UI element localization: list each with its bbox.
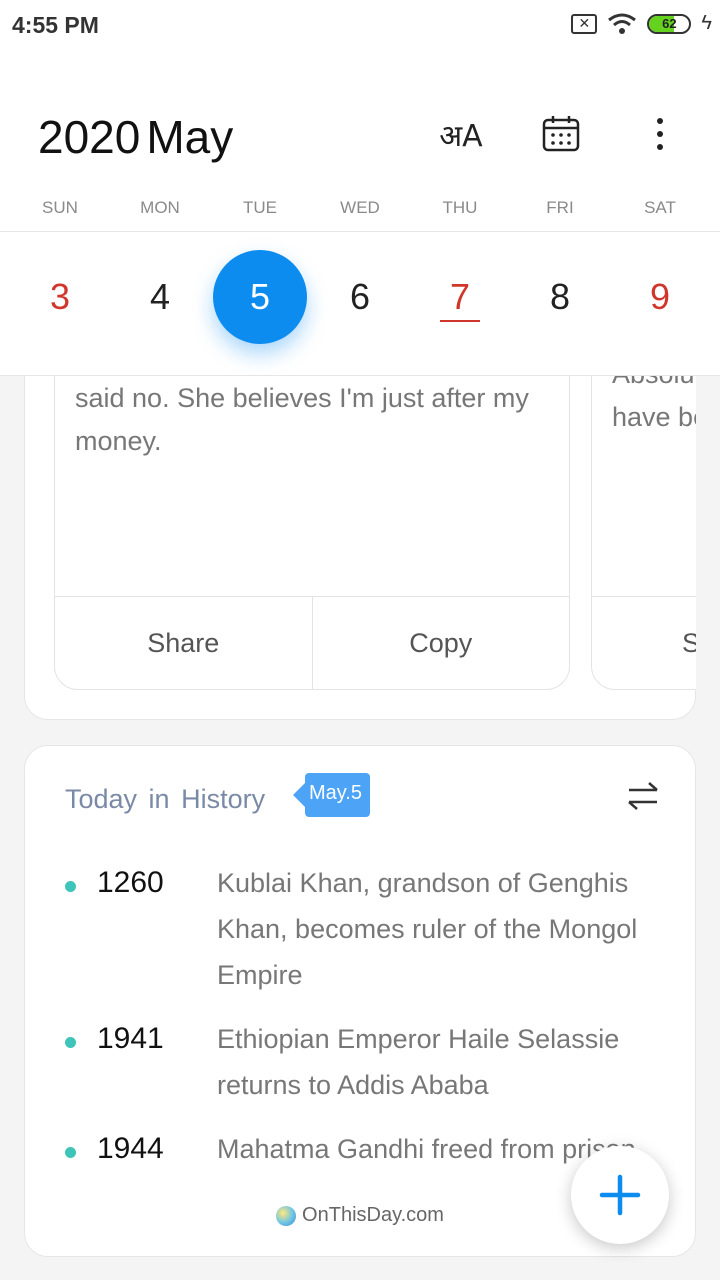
date-cell[interactable]: 4: [113, 250, 207, 344]
share-button[interactable]: S: [592, 597, 696, 689]
status-time: 4:55 PM: [12, 12, 99, 38]
calendar-icon[interactable]: [537, 110, 585, 158]
weekday-label: FRI: [546, 198, 574, 217]
date-strip: 3 4 5 6 7 8 9: [0, 231, 720, 376]
globe-icon: [276, 1205, 297, 1226]
month-label: May: [146, 111, 234, 163]
weekday-label: TUE: [243, 198, 277, 217]
date-cell-selected[interactable]: 5: [213, 250, 307, 344]
swap-icon[interactable]: [623, 776, 663, 816]
joke-text: said no. She believes I'm just after my …: [75, 383, 529, 456]
joke-card: an add - Absolu have be S: [591, 376, 696, 690]
battery-percent: 62: [662, 15, 677, 31]
calendar-header: 2020 May अA SUN MON TUE WED THU FRI SAT: [0, 52, 720, 232]
battery-icon: 62: [647, 13, 692, 34]
event-description: Kublai Khan, grandson of Genghis Khan, b…: [217, 868, 638, 990]
date-cell-today[interactable]: 7: [413, 250, 507, 344]
charging-icon: ϟ: [701, 12, 712, 34]
more-options-icon[interactable]: [636, 110, 684, 158]
add-button[interactable]: [571, 1146, 669, 1244]
date-cell[interactable]: 3: [13, 250, 107, 344]
event-description: Ethiopian Emperor Haile Selassie returns…: [217, 1024, 620, 1100]
translate-icon[interactable]: अA: [437, 110, 485, 158]
today-underline: [440, 320, 480, 322]
jokes-carousel[interactable]: said no. She believes I'm just after my …: [54, 376, 696, 691]
event-year: 1944: [97, 1132, 164, 1165]
date-badge: May.5: [293, 773, 370, 817]
weekday-label: SAT: [644, 198, 676, 217]
joke-card: said no. She believes I'm just after my …: [54, 376, 570, 690]
copy-button[interactable]: Copy: [311, 597, 570, 689]
event-year: 1941: [97, 1022, 164, 1055]
event-dot: [65, 881, 76, 892]
weekday-label: MON: [140, 198, 180, 217]
joke-text: an add - Absolu have be: [612, 376, 696, 432]
weekday-label: THU: [442, 198, 478, 217]
date-cell[interactable]: 6: [313, 250, 407, 344]
status-bar: 4:55 PM ✕ 62 ϟ: [0, 0, 720, 52]
share-button[interactable]: Share: [55, 597, 312, 689]
event-dot: [65, 1147, 76, 1158]
no-sim-icon: ✕: [571, 13, 598, 34]
weekday-row: SUN MON TUE WED THU FRI SAT: [0, 198, 720, 218]
plus-icon: [599, 1174, 641, 1216]
wifi-icon: [608, 13, 637, 34]
event-dot: [65, 1037, 76, 1048]
date-cell[interactable]: 8: [513, 250, 607, 344]
weekday-label: SUN: [42, 198, 78, 217]
month-title[interactable]: 2020 May: [38, 110, 233, 164]
date-cell[interactable]: 9: [613, 250, 707, 344]
source-label: OnThisDay.com: [302, 1204, 444, 1226]
year-label: 2020: [38, 111, 141, 163]
event-year: 1260: [97, 866, 164, 899]
history-title: Today in History: [65, 784, 266, 814]
weekday-label: WED: [340, 198, 380, 217]
